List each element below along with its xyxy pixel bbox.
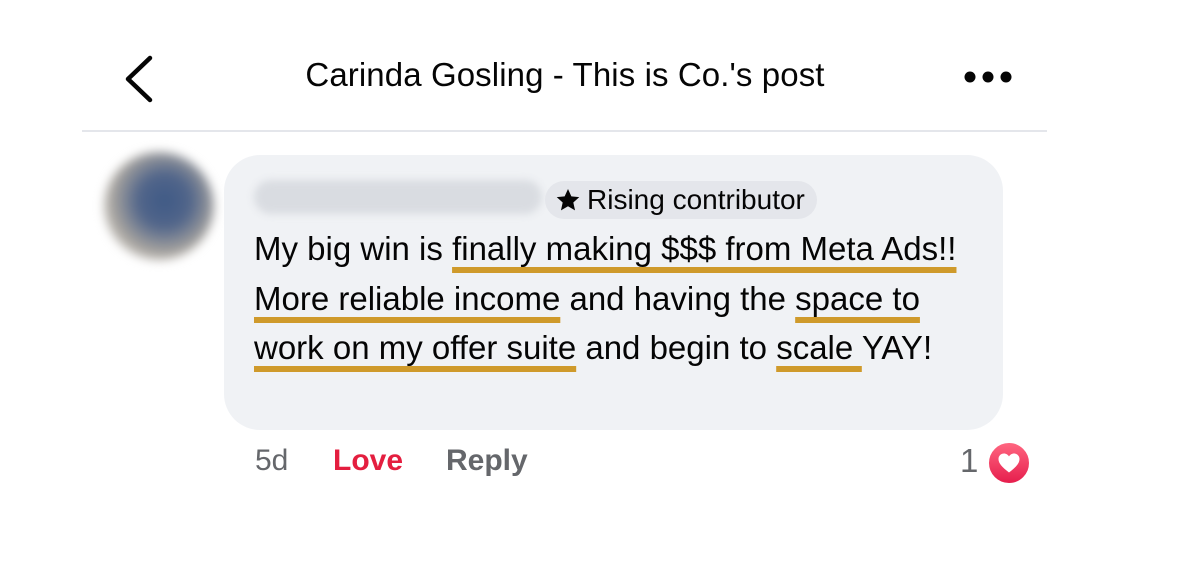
avatar[interactable] [104, 152, 214, 260]
comment-text: My big win is finally making $$$ from Me… [254, 224, 994, 373]
comment-text-segment: and having the [560, 279, 796, 317]
more-options-button[interactable] [960, 62, 1016, 92]
chevron-left-icon [125, 55, 153, 103]
reaction-count[interactable]: 1 [960, 442, 978, 480]
header-divider [82, 130, 1047, 132]
author-name[interactable] [254, 180, 542, 214]
post-header: Carinda Gosling - This is Co.'s post [0, 0, 1188, 130]
highlighted-phrase: scale [776, 329, 862, 366]
timestamp[interactable]: 5d [255, 444, 288, 478]
heart-reaction[interactable] [986, 440, 1032, 486]
comment-text-segment: My big win is [254, 230, 453, 267]
star-icon [556, 188, 580, 211]
comment-text-segment: YAY! [861, 329, 933, 366]
rising-contributor-badge[interactable]: Rising contributor [545, 181, 817, 219]
badge-label: Rising contributor [587, 184, 805, 215]
back-button[interactable] [118, 50, 162, 110]
love-button[interactable]: Love [333, 444, 403, 478]
heart-icon [998, 453, 1020, 473]
ellipsis-icon [964, 71, 1012, 83]
comment-text-segment: and begin to [576, 329, 777, 366]
reply-button[interactable]: Reply [446, 444, 528, 478]
page-title: Carinda Gosling - This is Co.'s post [305, 56, 825, 93]
